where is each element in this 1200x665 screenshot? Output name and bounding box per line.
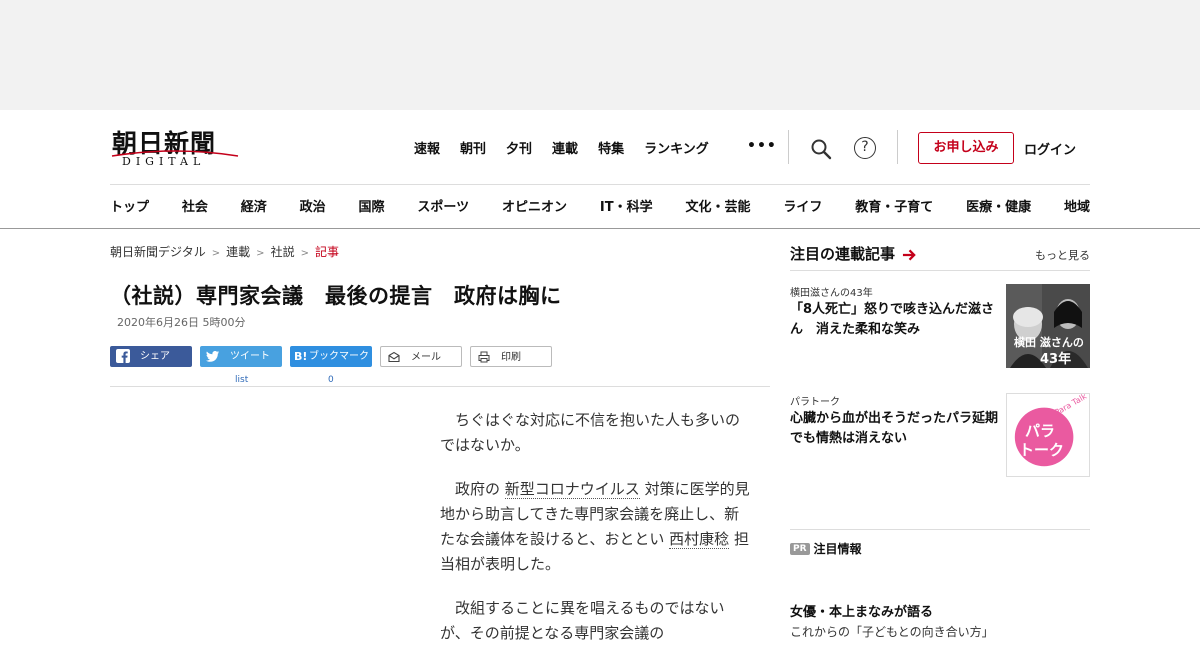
thumbnail-caption-number: 43年 xyxy=(1040,352,1072,367)
signup-button[interactable]: お申し込み xyxy=(918,132,1014,164)
article-body: ちぐはぐな対応に不信を抱いた人も多いのではないか。 政府の 新型コロナウイルス … xyxy=(440,408,750,665)
twitter-share-count[interactable]: list xyxy=(235,370,248,391)
search-icon[interactable] xyxy=(809,137,833,161)
facebook-icon xyxy=(116,349,130,363)
hatena-bookmark-button[interactable]: B! ブックマーク 0 xyxy=(290,346,372,385)
nav-item-choukan[interactable]: 朝刊 xyxy=(460,138,486,157)
arrow-right-icon xyxy=(903,249,916,260)
breadcrumb-current: 記事 xyxy=(314,245,339,259)
category-nav: トップ 社会 経済 政治 国際 スポーツ オピニオン IT・科学 文化・芸能 ラ… xyxy=(110,196,1090,215)
keyword-link-nishimura[interactable]: 西村康稔 xyxy=(669,530,730,549)
print-button[interactable]: 印刷 xyxy=(470,346,552,367)
header-divider xyxy=(788,130,789,164)
category-life[interactable]: ライフ xyxy=(783,196,822,215)
article-paragraph: 政府の 新型コロナウイルス 対策に医学的見地から助言してきた専門家会議を廃止し、… xyxy=(440,477,750,577)
category-education[interactable]: 教育・子育て xyxy=(855,196,933,215)
nav-item-sokuho[interactable]: 速報 xyxy=(414,138,440,157)
nav-divider xyxy=(110,184,1090,185)
category-international[interactable]: 国際 xyxy=(359,196,385,215)
breadcrumb-separator: > xyxy=(300,248,309,259)
nav-item-rensai[interactable]: 連載 xyxy=(552,138,578,157)
promo-subtitle[interactable]: これからの「子どもとの向き合い方」 xyxy=(790,623,1090,640)
hatena-bookmark-count[interactable]: 0 xyxy=(328,370,334,391)
sidebar: 注目の連載記事 もっと見る 横田滋さんの43年 「8人死亡」怒りで咳き込んだ滋さ… xyxy=(790,243,1090,639)
category-economy[interactable]: 経済 xyxy=(241,196,267,215)
twitter-share-label: ツイート xyxy=(230,351,270,362)
breadcrumb-shasetsu[interactable]: 社説 xyxy=(271,245,295,259)
category-it-science[interactable]: IT・科学 xyxy=(600,196,653,215)
header-divider xyxy=(897,130,898,164)
mail-share-button[interactable]: メール xyxy=(380,346,462,367)
top-nav: 速報 朝刊 夕刊 連載 特集 ランキング xyxy=(414,138,729,157)
pr-section-header: PR 注目情報 xyxy=(790,529,1090,557)
twitter-share-button[interactable]: ツイート list xyxy=(200,346,282,385)
facebook-share-label: シェア xyxy=(140,351,170,362)
keyword-link-coronavirus[interactable]: 新型コロナウイルス xyxy=(504,480,640,499)
nav-item-ranking[interactable]: ランキング xyxy=(644,138,709,157)
card-thumbnail[interactable]: Para Talk パラ トーク xyxy=(1006,392,1090,477)
breadcrumb-home[interactable]: 朝日新聞デジタル xyxy=(110,245,206,259)
category-opinion[interactable]: オピニオン xyxy=(502,196,567,215)
category-politics[interactable]: 政治 xyxy=(300,196,326,215)
mail-share-label: メール xyxy=(411,352,441,363)
site-header: 朝日新聞 DIGITAL 速報 朝刊 夕刊 連載 特集 ランキング ••• ? … xyxy=(0,110,1200,229)
facebook-share-button[interactable]: シェア xyxy=(110,346,192,367)
logo-subtitle: DIGITAL xyxy=(122,155,206,168)
category-top[interactable]: トップ xyxy=(110,196,149,215)
article-date: 2020年6月26日 5時00分 xyxy=(117,316,246,329)
site-logo[interactable]: 朝日新聞 DIGITAL xyxy=(110,124,240,170)
mail-icon xyxy=(388,351,400,363)
print-label: 印刷 xyxy=(501,352,521,363)
pr-badge: PR xyxy=(790,542,810,555)
sidebar-divider xyxy=(790,270,1090,271)
featured-series-card[interactable]: 横田滋さんの43年 「8人死亡」怒りで咳き込んだ滋さん 消えた柔和な笑み 横田 … xyxy=(790,284,1090,368)
more-menu-icon[interactable]: ••• xyxy=(747,138,777,154)
card-title[interactable]: 心臓から血が出そうだったパラ延期 でも情熱は消えない xyxy=(790,409,1011,449)
category-sports[interactable]: スポーツ xyxy=(417,196,469,215)
breadcrumb: 朝日新聞デジタル > 連載 > 社説 > 記事 xyxy=(110,243,339,260)
category-culture[interactable]: 文化・芸能 xyxy=(685,196,750,215)
paragraph-text: 政府の xyxy=(455,480,505,498)
login-link[interactable]: ログイン xyxy=(1024,139,1076,158)
category-region[interactable]: 地域 xyxy=(1064,196,1090,215)
more-link[interactable]: もっと見る xyxy=(1035,247,1090,263)
sidebar-heading: 注目の連載記事 xyxy=(790,245,896,263)
breadcrumb-rensai[interactable]: 連載 xyxy=(226,245,250,259)
category-society[interactable]: 社会 xyxy=(182,196,208,215)
breadcrumb-separator: > xyxy=(211,248,221,259)
card-thumbnail[interactable]: 横田 滋さんの 43年 xyxy=(1006,284,1090,368)
article-divider xyxy=(110,386,770,387)
hatena-bookmark-label: ブックマーク xyxy=(309,351,369,362)
article-paragraph: ちぐはぐな対応に不信を抱いた人も多いのではないか。 xyxy=(440,411,741,454)
print-icon xyxy=(478,351,490,363)
promo-title[interactable]: 女優・本上まなみが語る xyxy=(790,601,933,620)
paratalk-line2: トーク xyxy=(1019,441,1065,459)
help-icon[interactable]: ? xyxy=(854,137,876,159)
nav-item-yuukan[interactable]: 夕刊 xyxy=(506,138,532,157)
pr-label: 注目情報 xyxy=(813,542,862,556)
hatena-icon: B! xyxy=(294,350,308,363)
article-headline: （社説）専門家会議 最後の提言 政府は胸に xyxy=(110,284,562,308)
nav-item-tokushu[interactable]: 特集 xyxy=(598,138,624,157)
card-kicker: 横田滋さんの43年 xyxy=(790,288,873,299)
card-title[interactable]: 「8人死亡」怒りで咳き込んだ滋さん 消えた柔和な笑み xyxy=(790,300,1000,340)
article-paragraph: 改組することに異を唱えるものではないが、その前提となる専門家会議の xyxy=(440,599,725,642)
ad-banner xyxy=(0,0,1200,110)
featured-series-card[interactable]: パラトーク 心臓から血が出そうだったパラ延期 でも情熱は消えない Para Ta… xyxy=(790,392,1090,477)
paratalk-line1: パラ xyxy=(1025,422,1056,440)
card-kicker: パラトーク xyxy=(790,397,840,408)
category-health[interactable]: 医療・健康 xyxy=(966,196,1031,215)
twitter-icon xyxy=(206,351,219,362)
breadcrumb-separator: > xyxy=(256,248,265,259)
